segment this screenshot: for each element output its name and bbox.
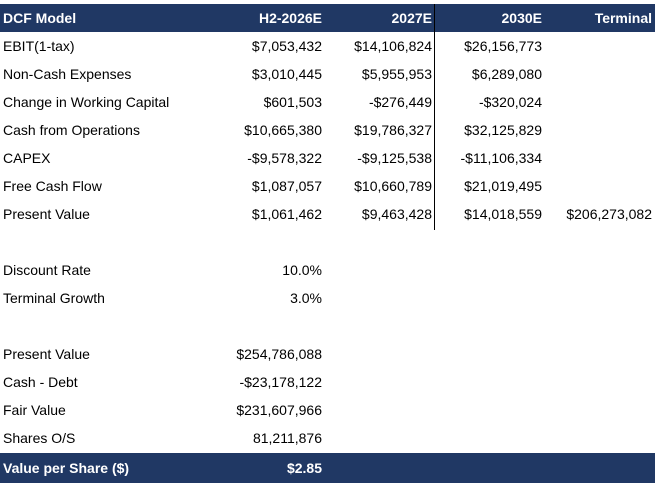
column-header-h2-2026e: H2-2026E bbox=[258, 10, 322, 26]
valuation-row: Fair Value $231,607,966 bbox=[0, 396, 655, 424]
cell-value: $14,018,559 bbox=[464, 206, 542, 222]
cell-value: $9,463,428 bbox=[361, 206, 432, 222]
cell-value: -$276,449 bbox=[368, 94, 432, 110]
valuation-value: $254,786,088 bbox=[236, 346, 322, 362]
table-row: Change in Working Capital $601,503 -$276… bbox=[0, 88, 655, 116]
column-header-2030e: 2030E bbox=[501, 10, 542, 26]
row-label: CAPEX bbox=[3, 150, 51, 166]
valuation-label: Cash - Debt bbox=[3, 374, 78, 390]
value-per-share-value: $2.85 bbox=[286, 460, 322, 476]
cell-value: $6,289,080 bbox=[471, 66, 542, 82]
valuation-value: -$23,178,122 bbox=[239, 374, 322, 390]
cell-value: $1,087,057 bbox=[251, 178, 322, 194]
valuation-label: Shares O/S bbox=[3, 430, 76, 446]
cell-value: $19,786,327 bbox=[354, 122, 432, 138]
table-row: Free Cash Flow $1,087,057 $10,660,789 $2… bbox=[0, 172, 655, 200]
cell-value: -$9,125,538 bbox=[357, 150, 432, 166]
value-per-share-row: Value per Share ($) $2.85 bbox=[0, 453, 655, 483]
table-row: CAPEX -$9,578,322 -$9,125,538 -$11,106,3… bbox=[0, 144, 655, 172]
assumption-value: 10.0% bbox=[282, 262, 322, 278]
value-per-share-label: Value per Share ($) bbox=[3, 460, 130, 476]
table-header: DCF Model H2-2026E 2027E 2030E Terminal bbox=[0, 4, 655, 32]
row-label: Non-Cash Expenses bbox=[3, 66, 132, 82]
table-row: Cash from Operations $10,665,380 $19,786… bbox=[0, 116, 655, 144]
table-row: Present Value $1,061,462 $9,463,428 $14,… bbox=[0, 200, 655, 228]
cell-value: $5,955,953 bbox=[361, 66, 432, 82]
cell-value: $32,125,829 bbox=[464, 122, 542, 138]
cell-value: $10,660,789 bbox=[354, 178, 432, 194]
valuation-value: $231,607,966 bbox=[236, 402, 322, 418]
cell-value: $1,061,462 bbox=[251, 206, 322, 222]
cell-value bbox=[547, 32, 652, 60]
assumption-label: Terminal Growth bbox=[3, 290, 105, 306]
row-label: Cash from Operations bbox=[3, 122, 140, 138]
assumption-label: Discount Rate bbox=[3, 262, 91, 278]
assumption-row: Terminal Growth 3.0% bbox=[0, 284, 655, 312]
cell-value: $601,503 bbox=[263, 94, 322, 110]
valuation-label: Fair Value bbox=[3, 402, 66, 418]
valuation-row: Present Value $254,786,088 bbox=[0, 340, 655, 368]
cell-value: -$9,578,322 bbox=[247, 150, 322, 166]
cell-value bbox=[547, 172, 652, 200]
row-label: Free Cash Flow bbox=[3, 178, 102, 194]
table-title: DCF Model bbox=[3, 10, 77, 26]
row-label: Change in Working Capital bbox=[3, 94, 170, 110]
assumption-row: Discount Rate 10.0% bbox=[0, 256, 655, 284]
valuation-row: Cash - Debt -$23,178,122 bbox=[0, 368, 655, 396]
cell-value: $7,053,432 bbox=[251, 38, 322, 54]
cell-value: -$11,106,334 bbox=[460, 150, 542, 166]
table-row: EBIT(1-tax) $7,053,432 $14,106,824 $26,1… bbox=[0, 32, 655, 60]
cell-value bbox=[547, 116, 652, 144]
column-header-terminal: Terminal bbox=[594, 10, 652, 26]
row-label: EBIT(1-tax) bbox=[3, 38, 75, 54]
cell-value: $10,665,380 bbox=[244, 122, 322, 138]
column-header-2027e: 2027E bbox=[391, 10, 432, 26]
cell-value bbox=[547, 144, 652, 172]
valuation-row: Shares O/S 81,211,876 bbox=[0, 424, 655, 452]
assumption-value: 3.0% bbox=[290, 290, 322, 306]
cell-value: $206,273,082 bbox=[566, 206, 652, 222]
cell-value: $26,156,773 bbox=[464, 38, 542, 54]
cell-value bbox=[547, 60, 652, 88]
cell-value: $3,010,445 bbox=[251, 66, 322, 82]
cell-value: $14,106,824 bbox=[354, 38, 432, 54]
table-row: Non-Cash Expenses $3,010,445 $5,955,953 … bbox=[0, 60, 655, 88]
valuation-value: 81,211,876 bbox=[252, 430, 322, 446]
cell-value bbox=[547, 88, 652, 116]
valuation-label: Present Value bbox=[3, 346, 90, 362]
row-label: Present Value bbox=[3, 206, 90, 222]
cell-value: -$320,024 bbox=[478, 94, 542, 110]
cell-value: $21,019,495 bbox=[464, 178, 542, 194]
